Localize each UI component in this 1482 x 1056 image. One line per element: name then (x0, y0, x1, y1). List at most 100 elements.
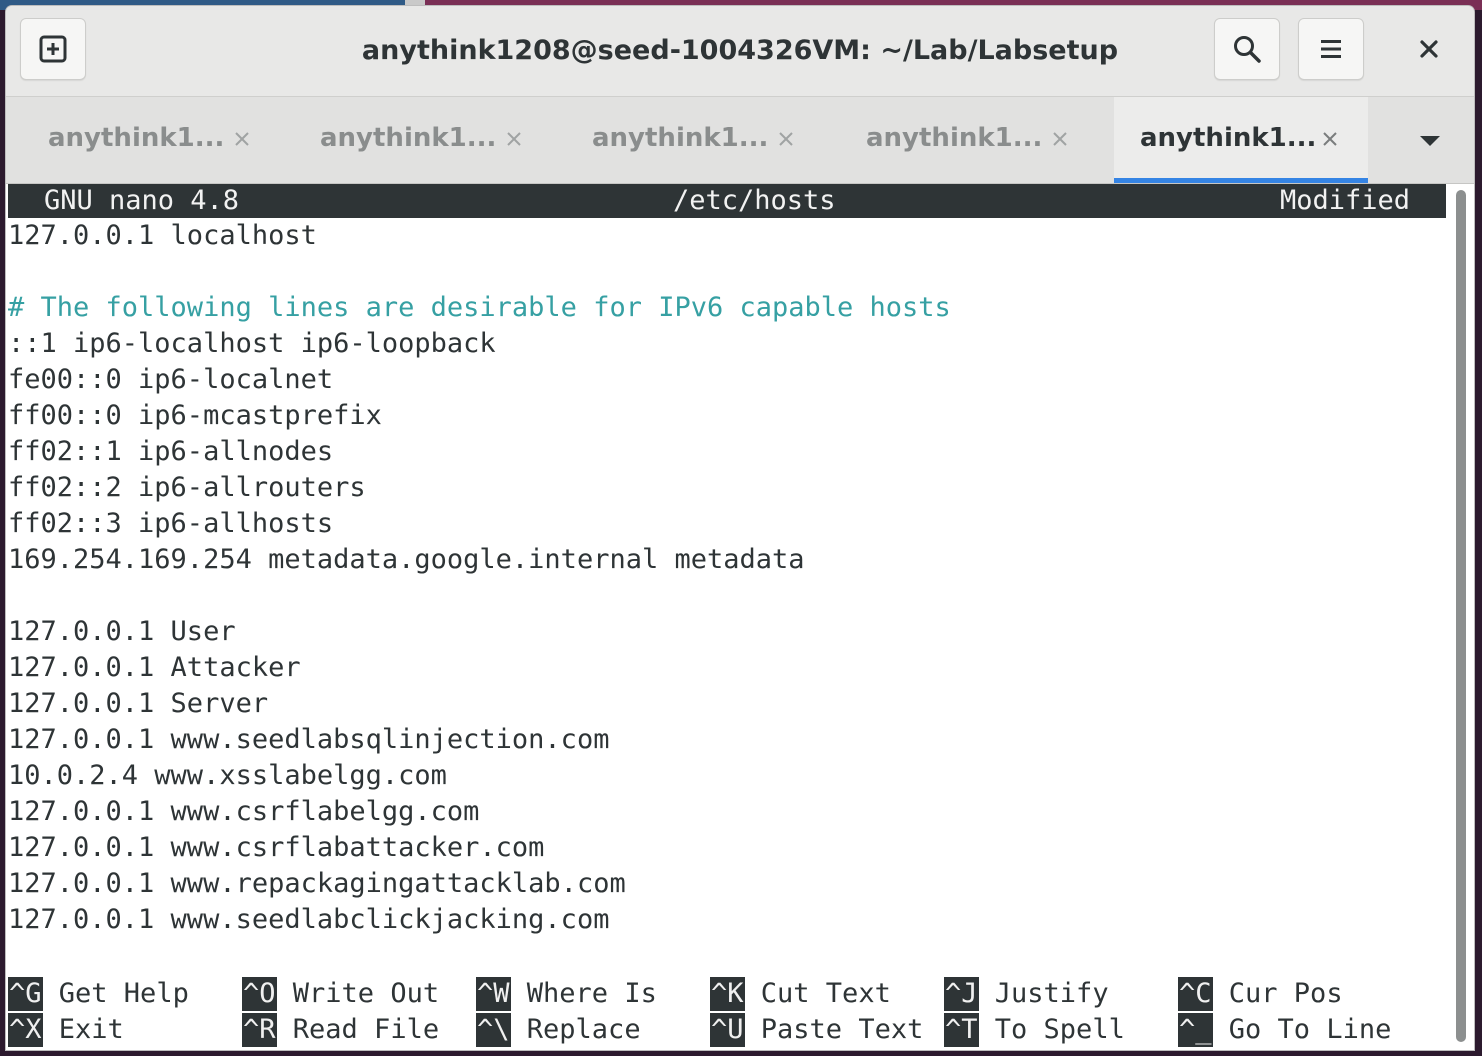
file-line: 169.254.169.254 metadata.google.internal… (8, 544, 805, 575)
close-icon (1053, 132, 1067, 146)
header-bar: anythink1208@seed-1004326VM: ~/Lab/Labse… (6, 6, 1474, 97)
shortcut-key: ^W (476, 977, 511, 1011)
file-line: 127.0.0.1 www.seedlabsqlinjection.com (8, 724, 610, 755)
tab-list-dropdown[interactable] (1410, 121, 1450, 161)
search-button[interactable] (1214, 18, 1280, 80)
shortcut-cut-text: ^K Cut Text (710, 976, 891, 1012)
nano-title-bar: GNU nano 4.8 /etc/hosts Modified (8, 184, 1446, 218)
shortcut-cur-pos: ^C Cur Pos (1178, 976, 1343, 1012)
file-line: ff02::3 ip6-allhosts (8, 508, 334, 539)
tab-2[interactable]: anythink1... (286, 97, 558, 183)
search-icon (1234, 36, 1261, 63)
shortcut-key: ^T (944, 1013, 979, 1047)
shortcut-to-spell: ^T To Spell (944, 1012, 1125, 1048)
close-icon (507, 132, 521, 146)
tab-close-button[interactable] (1314, 123, 1346, 155)
shortcut-label: Get Help (58, 978, 189, 1009)
hamburger-menu-icon (1321, 40, 1341, 58)
shortcut-exit: ^X Exit (8, 1012, 124, 1048)
shortcut-key: ^R (242, 1013, 277, 1047)
close-window-button[interactable] (1398, 18, 1460, 80)
close-icon (1323, 132, 1337, 146)
nano-shortcut-bar: ^G Get Help ^O Write Out ^W Where Is ^K … (8, 976, 1448, 1048)
terminal-view[interactable]: GNU nano 4.8 /etc/hosts Modified 127.0.0… (6, 184, 1448, 1050)
file-line: 127.0.0.1 www.repackagingattacklab.com (8, 868, 626, 899)
window-title: anythink1208@seed-1004326VM: ~/Lab/Labse… (361, 34, 1119, 66)
file-line: 127.0.0.1 Attacker (8, 652, 301, 683)
file-line: 127.0.0.1 localhost (8, 220, 317, 251)
close-icon (1420, 40, 1438, 58)
tab-close-button[interactable] (498, 123, 530, 155)
tab-label: anythink1... (866, 123, 1043, 153)
nano-filename: /etc/hosts (673, 185, 836, 216)
tab-1[interactable]: anythink1... (14, 97, 286, 183)
shortcut-label: Go To Line (1228, 1014, 1392, 1045)
tab-5-active[interactable]: anythink1... (1114, 97, 1368, 183)
file-line: ff02::2 ip6-allrouters (8, 472, 366, 503)
file-line: 127.0.0.1 www.csrflabelgg.com (8, 796, 480, 827)
shortcut-label: To Spell (994, 1014, 1125, 1045)
file-line: fe00::0 ip6-localnet (8, 364, 334, 395)
shortcut-label: Exit (58, 1014, 124, 1045)
shortcut-label: Replace (526, 1014, 641, 1045)
shortcut-key: ^X (8, 1013, 43, 1047)
shortcut-label: Paste Text (760, 1014, 924, 1045)
file-line: 127.0.0.1 www.seedlabclickjacking.com (8, 904, 610, 935)
new-tab-button[interactable] (20, 18, 86, 80)
shortcut-label: Read File (292, 1014, 440, 1045)
shortcut-label: Cut Text (760, 978, 891, 1009)
file-line (8, 254, 1438, 290)
shortcut-label: Justify (994, 978, 1109, 1009)
tab-label: anythink1... (1140, 123, 1317, 153)
close-icon (235, 132, 249, 146)
shortcut-key: ^U (710, 1013, 745, 1047)
shortcut-key: ^\ (476, 1013, 511, 1047)
file-line-comment: # The following lines are desirable for … (8, 292, 951, 323)
active-tab-indicator (1114, 178, 1368, 183)
tab-close-button[interactable] (770, 123, 802, 155)
shortcut-key: ^C (1178, 977, 1213, 1011)
file-line: ff02::1 ip6-allnodes (8, 436, 334, 467)
tab-label: anythink1... (48, 123, 225, 153)
file-line: 127.0.0.1 Server (8, 688, 269, 719)
shortcut-key: ^O (242, 977, 277, 1011)
nano-modified-status: Modified (1279, 185, 1410, 216)
tab-3[interactable]: anythink1... (558, 97, 830, 183)
shortcut-label: Write Out (292, 978, 440, 1009)
nano-version: GNU nano 4.8 (44, 185, 240, 216)
tab-label: anythink1... (592, 123, 769, 153)
shortcut-where-is: ^W Where Is (476, 976, 657, 1012)
tab-4[interactable]: anythink1... (832, 97, 1104, 183)
shortcut-label: Where Is (526, 978, 657, 1009)
menu-button[interactable] (1298, 18, 1364, 80)
tab-close-button[interactable] (1044, 123, 1076, 155)
scrollbar-thumb[interactable] (1456, 190, 1466, 1042)
file-line (8, 578, 1438, 614)
file-line: ::1 ip6-localhost ip6-loopback (8, 328, 496, 359)
shortcut-replace: ^\ Replace (476, 1012, 641, 1048)
shortcut-key: ^_ (1178, 1013, 1213, 1047)
file-line: ff00::0 ip6-mcastprefix (8, 400, 382, 431)
file-line: 10.0.2.4 www.xsslabelgg.com (8, 760, 447, 791)
shortcut-key: ^K (710, 977, 745, 1011)
shortcut-write-out: ^O Write Out (242, 976, 439, 1012)
shortcut-get-help: ^G Get Help (8, 976, 189, 1012)
shortcut-key: ^G (8, 977, 43, 1011)
terminal-scrollbar[interactable] (1448, 184, 1474, 1050)
terminal-window: anythink1208@seed-1004326VM: ~/Lab/Labse… (6, 6, 1474, 1050)
file-line: 127.0.0.1 User (8, 616, 236, 647)
tab-close-button[interactable] (226, 123, 258, 155)
file-content[interactable]: 127.0.0.1 localhost # The following line… (8, 218, 1438, 938)
shortcut-go-to-line: ^_ Go To Line (1178, 1012, 1391, 1048)
close-icon (779, 132, 793, 146)
shortcut-paste-text: ^U Paste Text (710, 1012, 923, 1048)
shortcut-label: Cur Pos (1228, 978, 1343, 1009)
chevron-down-icon (1420, 136, 1440, 146)
tab-label: anythink1... (320, 123, 497, 153)
shortcut-key: ^J (944, 977, 979, 1011)
shortcut-read-file: ^R Read File (242, 1012, 439, 1048)
shortcut-justify: ^J Justify (944, 976, 1109, 1012)
tab-bar: anythink1... anythink1... anythink1... a… (6, 97, 1474, 184)
file-line: 127.0.0.1 www.csrflabattacker.com (8, 832, 545, 863)
new-tab-icon (39, 35, 67, 63)
